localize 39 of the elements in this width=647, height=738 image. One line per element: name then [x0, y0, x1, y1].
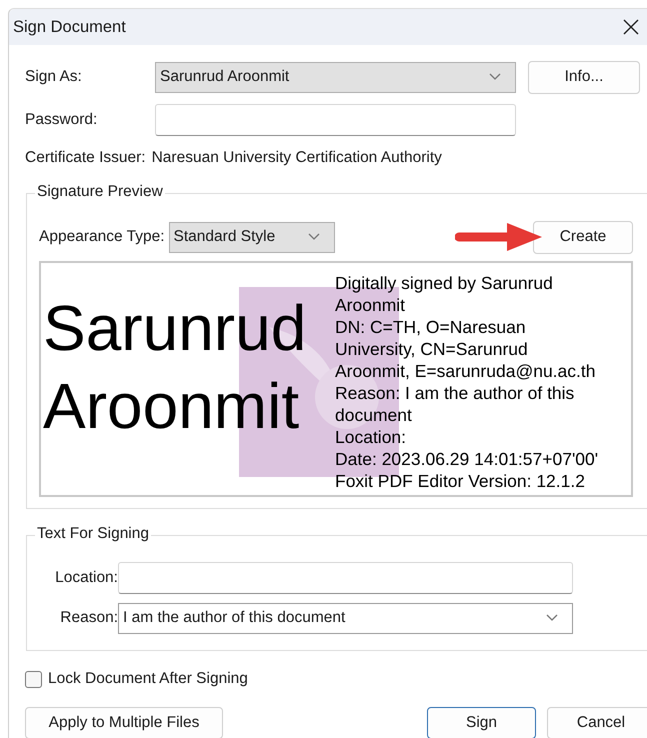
signature-detail: Aroonmit	[335, 294, 406, 316]
field-label: Location:	[54, 568, 118, 586]
group-title: Signature Preview	[35, 183, 165, 201]
reason-dropdown[interactable]: I am the author of this document	[118, 602, 573, 634]
certificate-issuer-text: Naresuan University Certification Authority	[152, 149, 442, 167]
info-button[interactable]: Info...	[528, 60, 640, 94]
group-title: Text For Signing	[35, 525, 151, 543]
signature-detail: Foxit PDF Editor Version: 12.1.2	[335, 470, 586, 492]
dialog-button[interactable]: Apply to Multiple Files	[25, 707, 223, 738]
chevron-icon	[489, 73, 501, 81]
window-title: Sign Document	[13, 18, 127, 36]
dialog-button[interactable]: Cancel	[547, 707, 647, 738]
field-label: Password:	[25, 111, 98, 129]
password-field[interactable]	[155, 104, 516, 136]
dialog-button[interactable]: Sign	[427, 707, 536, 738]
signature-detail: University, CN=Sarunrud	[335, 338, 529, 360]
close-icon[interactable]	[623, 19, 639, 35]
signature-detail: Reason: I am the author of this	[335, 382, 576, 404]
lock-checkbox[interactable]	[25, 670, 42, 688]
signature-detail: Aroonmit, E=sarunruda@nu.ac.th	[335, 360, 596, 382]
signature-detail: Date: 2023.06.29 14:01:57+07'00'	[335, 448, 598, 470]
signature-detail: Digitally signed by Sarunrud	[335, 272, 554, 294]
signature-name: Aroonmit	[43, 369, 300, 444]
field-label: Sign As:	[25, 68, 83, 86]
arrow-icon	[455, 222, 543, 252]
create-button[interactable]: Create	[533, 220, 633, 254]
field-label: Reason:	[59, 609, 118, 627]
signature-detail: Location:	[335, 426, 408, 448]
sign-as-dropdown[interactable]: Sarunrud Aroonmit	[155, 62, 516, 92]
chevron-icon	[308, 233, 320, 241]
signature-detail: DN: C=TH, O=Naresuan	[335, 316, 527, 338]
location-field[interactable]	[118, 562, 573, 594]
field-label: Appearance Type:	[39, 228, 165, 246]
chevron-icon	[546, 614, 558, 622]
checkbox-label: Lock Document After Signing	[48, 670, 248, 688]
signature-detail: document	[335, 404, 413, 426]
field-label: Certificate Issuer:	[25, 149, 146, 167]
signature-name: Sarunrud	[43, 291, 308, 366]
appearance-type-dropdown[interactable]: Standard Style	[168, 222, 335, 252]
